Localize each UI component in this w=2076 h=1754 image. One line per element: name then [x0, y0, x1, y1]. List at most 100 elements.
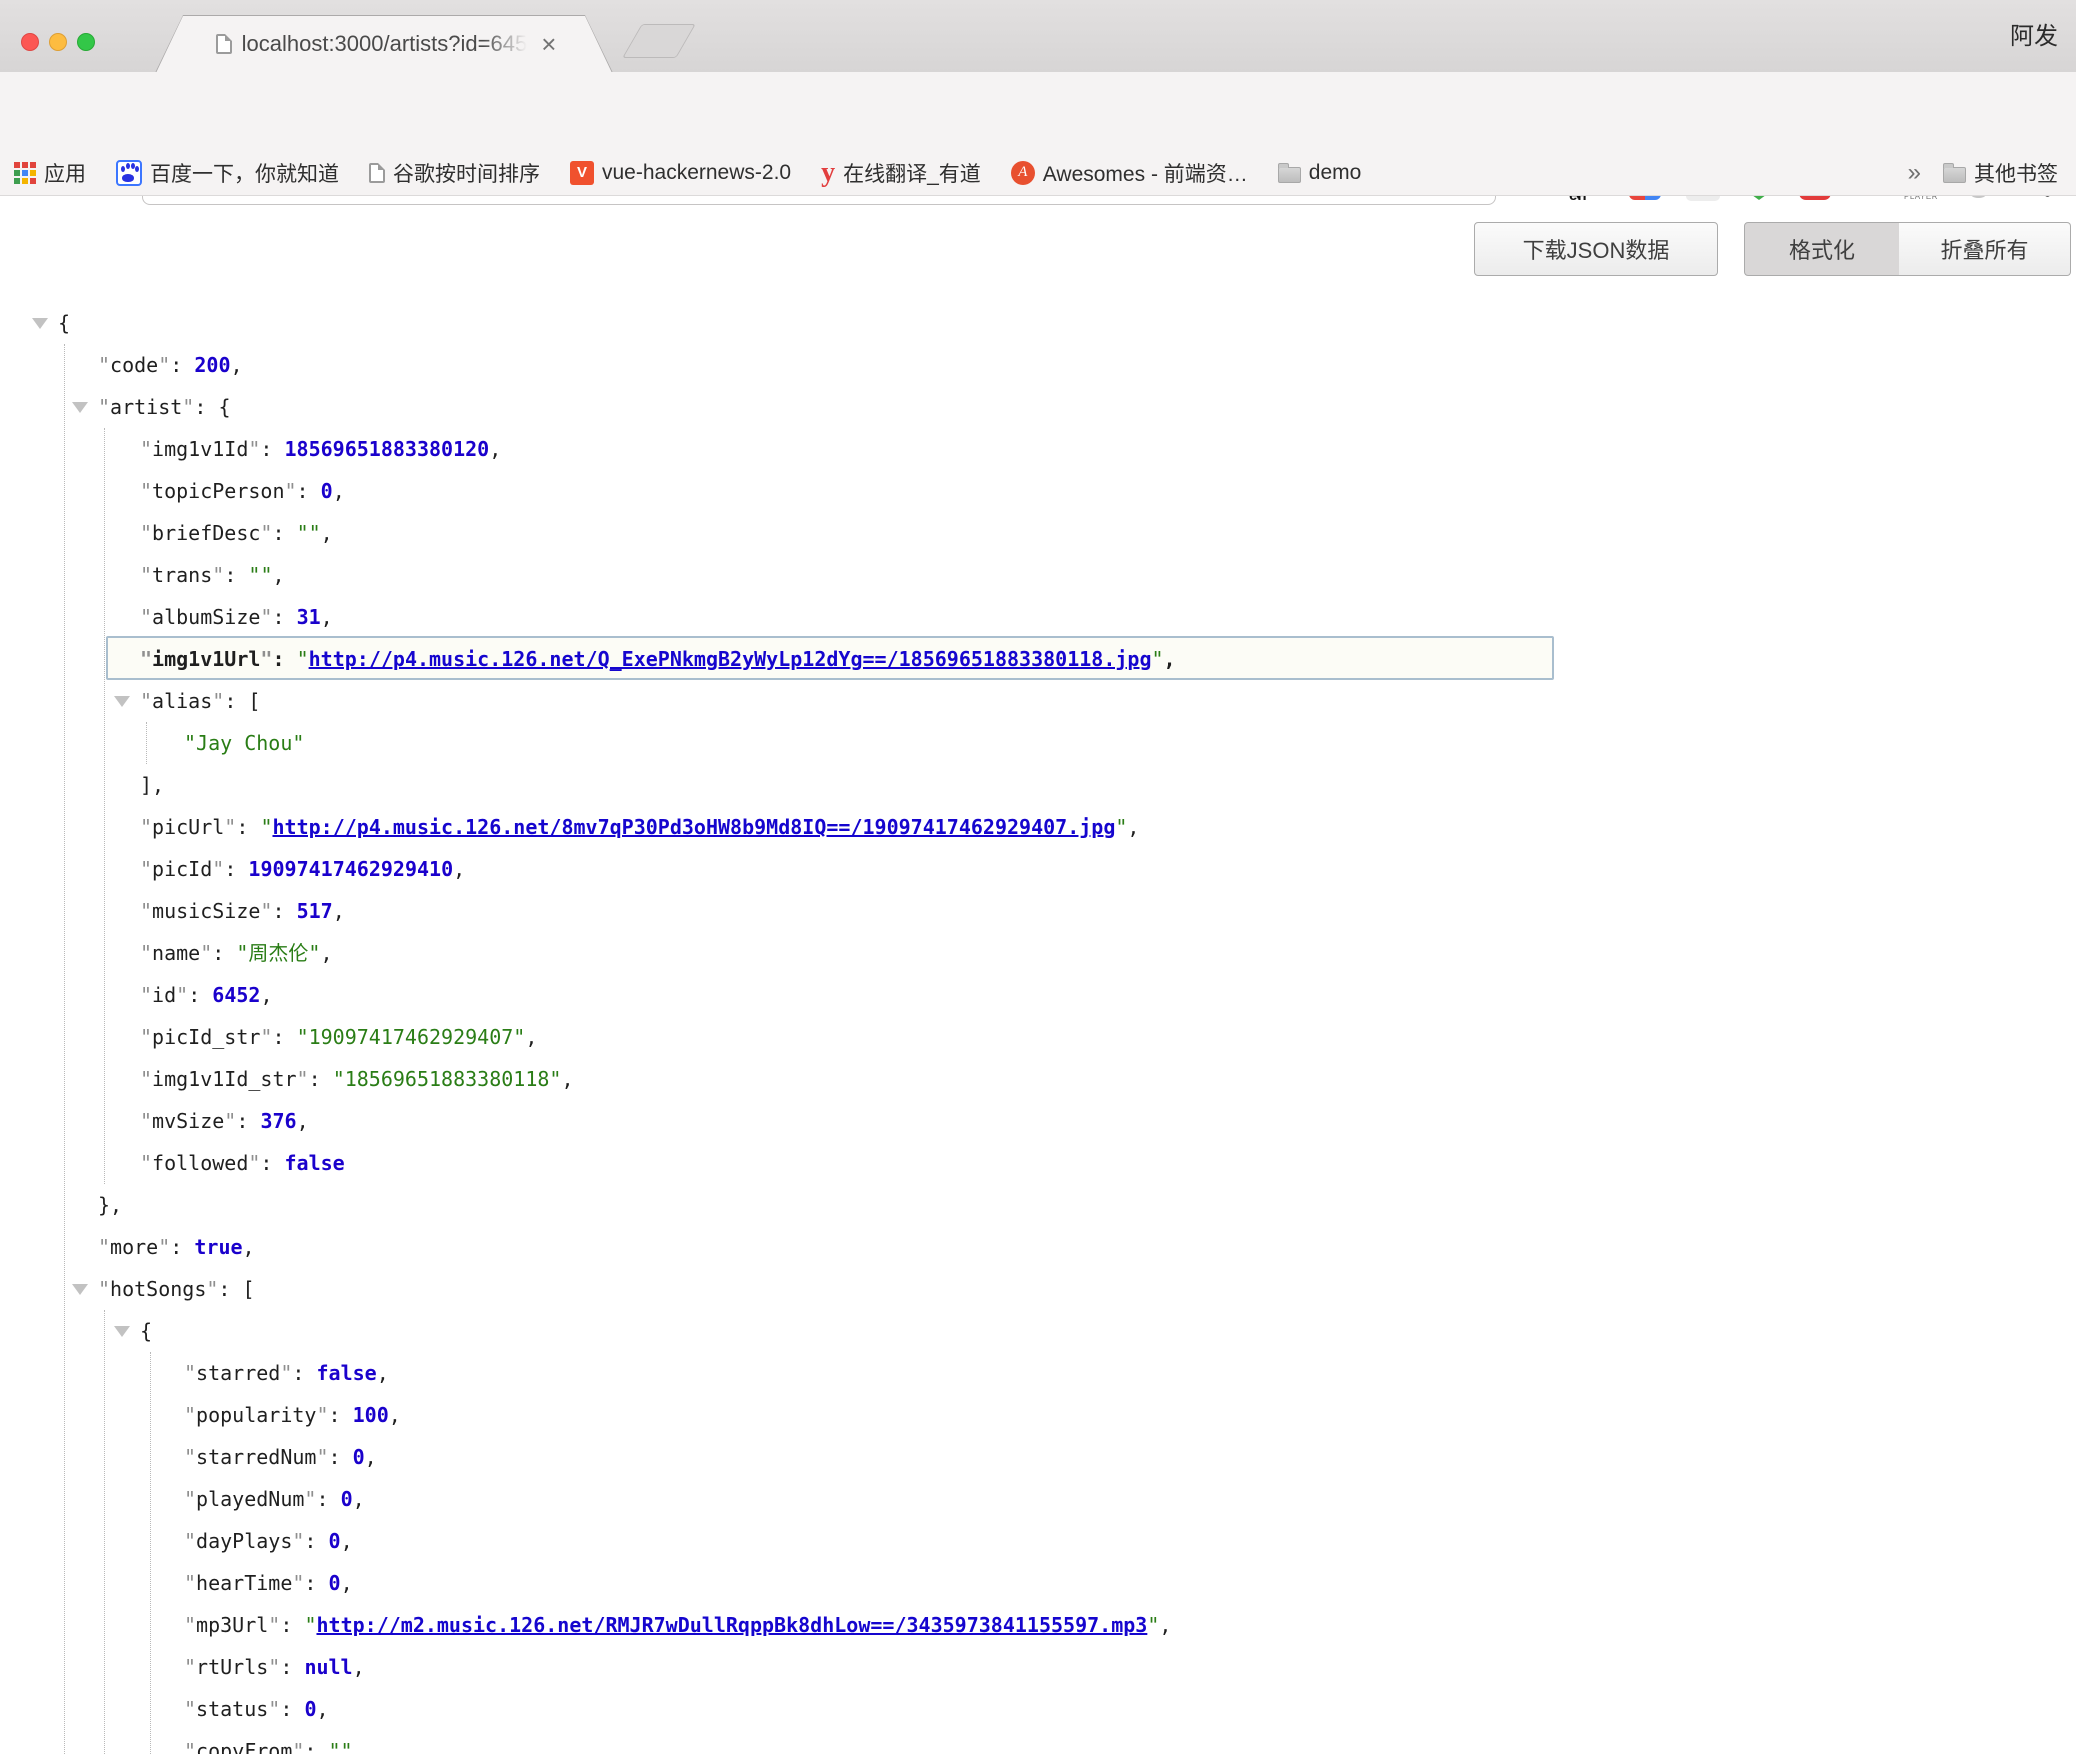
json-value: 0	[329, 1529, 341, 1553]
json-token: "	[304, 1613, 316, 1637]
format-button[interactable]: 格式化	[1744, 222, 1900, 276]
json-token: "	[248, 1151, 260, 1175]
url-link[interactable]: http://m2.music.126.net/RMJR7wDullRqppBk…	[316, 1613, 1147, 1637]
bookmark-item-6[interactable]: demo	[1278, 161, 1362, 185]
json-key: starredNum	[196, 1445, 316, 1469]
collapse-triangle-icon[interactable]	[114, 1326, 130, 1337]
json-key: albumSize	[152, 605, 260, 629]
json-token: "	[140, 563, 152, 587]
json-token: "	[140, 479, 152, 503]
json-token: ,	[297, 1109, 309, 1133]
json-token: "	[292, 1571, 304, 1595]
bookmarks-overflow-icon[interactable]: »	[1908, 159, 1921, 187]
minimize-window-button[interactable]	[49, 33, 67, 51]
awesomes-icon: A	[1011, 161, 1035, 185]
json-row: "picUrl": "http://p4.music.126.net/8mv7q…	[0, 806, 2076, 848]
other-bookmarks-folder[interactable]: 其他书签	[1943, 158, 2058, 188]
json-token: "	[140, 1025, 152, 1049]
json-token: ,	[1164, 647, 1176, 671]
json-token: ,	[333, 479, 345, 503]
json-row: "playedNum": 0,	[0, 1478, 2076, 1520]
json-token: "	[212, 857, 224, 881]
json-token: :	[260, 1151, 284, 1175]
json-token: "	[260, 605, 272, 629]
json-key: picUrl	[152, 815, 224, 839]
tab-close-icon[interactable]: ×	[541, 34, 556, 54]
json-token: "	[140, 941, 152, 965]
json-token: "	[140, 437, 152, 461]
json-token: ,	[377, 1361, 389, 1385]
json-line: "mvSize": 376,	[140, 1100, 309, 1142]
collapse-triangle-icon[interactable]	[72, 1284, 88, 1295]
json-token: "	[260, 815, 272, 839]
bookmark-item-5[interactable]: AAwesomes - 前端资…	[1011, 158, 1248, 188]
json-line: "playedNum": 0,	[184, 1478, 365, 1520]
json-row: "popularity": 100,	[0, 1394, 2076, 1436]
close-window-button[interactable]	[21, 33, 39, 51]
browser-window: localhost:3000/artists?id=645 × 阿发 i loc…	[0, 0, 2076, 1754]
bookmark-item-4[interactable]: y在线翻译_有道	[821, 158, 981, 188]
json-viewer: {"code": 200,"artist": {"img1v1Id": 1856…	[0, 302, 2076, 1754]
bookmark-item-1[interactable]: 百度一下，你就知道	[116, 158, 339, 188]
json-token: :	[329, 1445, 353, 1469]
collapse-all-button[interactable]: 折叠所有	[1899, 222, 2071, 276]
json-token: :	[188, 983, 212, 1007]
json-line: "starred": false,	[184, 1352, 389, 1394]
baidu-paw-icon	[116, 160, 142, 186]
apps-grid-icon	[14, 162, 36, 184]
json-token: "	[176, 983, 188, 1007]
json-token: ,	[561, 1067, 573, 1091]
browser-tab[interactable]: localhost:3000/artists?id=645 ×	[155, 15, 613, 73]
json-row: "copyFrom": "",	[0, 1730, 2076, 1754]
new-tab-button[interactable]	[622, 24, 696, 58]
json-key: followed	[152, 1151, 248, 1175]
json-token: ,	[321, 605, 333, 629]
json-row: "artist": {	[0, 386, 2076, 428]
collapse-triangle-icon[interactable]	[72, 402, 88, 413]
json-row: "trans": "",	[0, 554, 2076, 596]
json-token: ,	[230, 353, 242, 377]
json-string-value: "周杰伦"	[236, 941, 320, 965]
url-link[interactable]: http://p4.music.126.net/8mv7qP30Pd3oHW8b…	[272, 815, 1115, 839]
profile-name[interactable]: 阿发	[2010, 16, 2058, 51]
json-token: "	[140, 647, 152, 671]
json-token: ,	[260, 983, 272, 1007]
json-row: "picId_str": "19097417462929407",	[0, 1016, 2076, 1058]
json-token: ,	[273, 563, 285, 587]
page-icon	[369, 163, 385, 183]
json-value: false	[316, 1361, 376, 1385]
collapse-triangle-icon[interactable]	[114, 696, 130, 707]
indent-guide	[64, 344, 65, 1754]
bookmark-item-2[interactable]: 谷歌按时间排序	[369, 158, 540, 188]
json-key: id	[152, 983, 176, 1007]
json-token: ,	[333, 899, 345, 923]
url-link[interactable]: http://p4.music.126.net/Q_ExePNkmgB2yWyL…	[309, 647, 1152, 671]
json-token: ,	[1127, 815, 1139, 839]
json-key: musicSize	[152, 899, 260, 923]
json-token: "	[184, 1739, 196, 1754]
bookmark-label: 应用	[44, 158, 86, 188]
download-json-button[interactable]: 下载JSON数据	[1474, 222, 1718, 276]
collapse-triangle-icon[interactable]	[32, 318, 48, 329]
json-line: "picId": 19097417462929410,	[140, 848, 465, 890]
json-bracket: [	[248, 689, 260, 713]
zoom-window-button[interactable]	[77, 33, 95, 51]
browser-toolbar: i localhost:3000/artists?id=6452 ☆ V英enF…	[0, 72, 2076, 150]
json-row: "picId": 19097417462929410,	[0, 848, 2076, 890]
json-row: "rtUrls": null,	[0, 1646, 2076, 1688]
json-row: "code": 200,	[0, 344, 2076, 386]
json-value: 6452	[212, 983, 260, 1007]
json-token: :	[297, 479, 321, 503]
json-line: "rtUrls": null,	[184, 1646, 365, 1688]
bookmark-item-3[interactable]: Vvue-hackernews-2.0	[570, 161, 791, 185]
json-token: "	[184, 1361, 196, 1385]
json-token: ,	[320, 941, 332, 965]
json-token: "	[98, 1277, 110, 1301]
json-value: 31	[297, 605, 321, 629]
json-key: status	[196, 1697, 268, 1721]
json-token: :	[194, 395, 218, 419]
json-row: {	[0, 1310, 2076, 1352]
bookmark-item-0[interactable]: 应用	[14, 158, 86, 188]
json-token: "	[285, 479, 297, 503]
json-token: "	[140, 605, 152, 629]
